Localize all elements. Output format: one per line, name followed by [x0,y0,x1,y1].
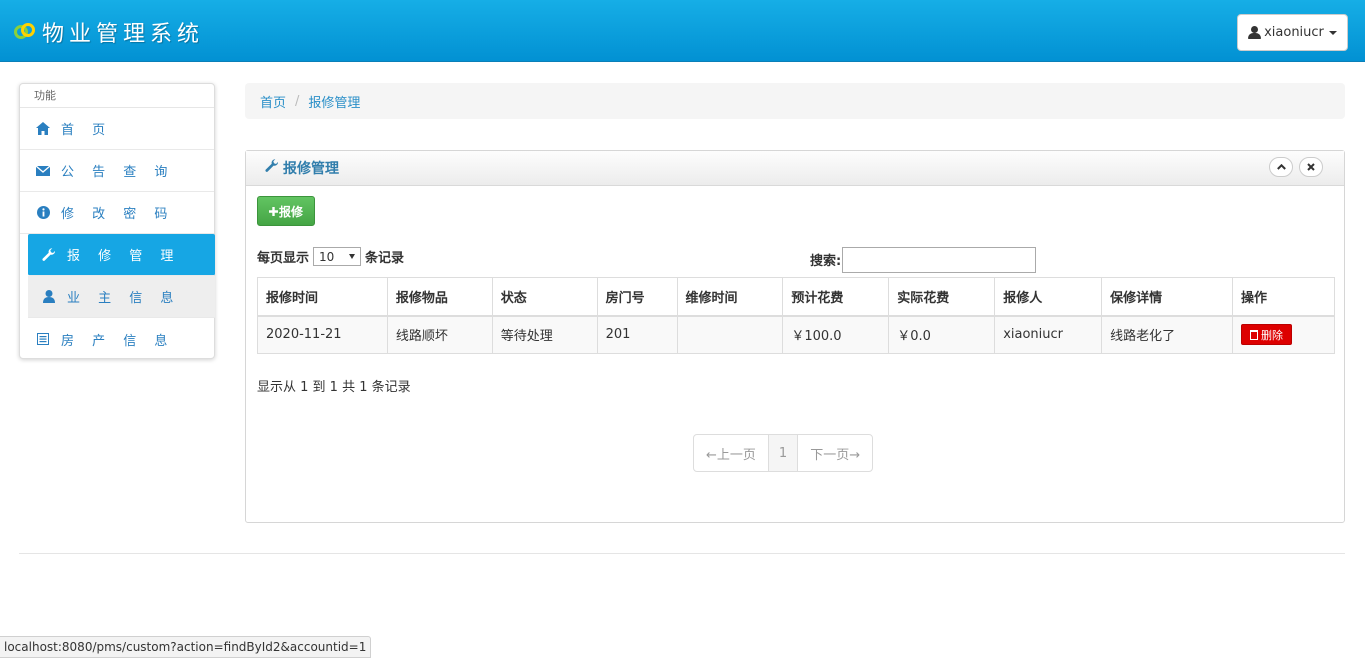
search-input[interactable] [842,247,1037,273]
breadcrumb-current-link[interactable]: 报修管理 [308,92,360,111]
top-navbar: 物业管理系统 xiaoniucr [0,0,1365,62]
cell-repair-time [676,315,784,354]
search-label: 搜索: [810,253,842,269]
breadcrumb-home-link[interactable]: 首页 [260,92,286,111]
pagination: ←上一页 1 下一页→ [693,434,874,472]
page-length-select[interactable]: 10 [313,247,362,266]
sidebar-item-label: 报 修 管 理 [67,249,181,264]
sidebar-item-label: 房 产 信 息 [61,333,175,349]
breadcrumb-separator: / [295,93,300,109]
chevron-up-icon [1276,164,1286,170]
info-icon [36,206,50,219]
status-bar-url: localhost:8080/pms/custom?action=findByI… [0,636,372,658]
panel-header: 报修管理 [246,151,1344,186]
sidebar-item-label: 首 页 [61,123,113,138]
column-header[interactable]: 报修时间 [257,277,388,317]
wrench-icon [42,247,56,262]
sidebar-item-label: 修 改 密 码 [61,207,175,222]
trash-icon [1249,329,1258,340]
envelope-icon [36,165,50,176]
sidebar-item-property[interactable]: 房 产 信 息 [20,318,214,360]
sidebar-item-password[interactable]: 修 改 密 码 [20,192,214,234]
app-logo[interactable]: 物业管理系统 [14,16,204,48]
column-header[interactable]: 报修物品 [386,277,493,317]
delete-button[interactable]: 删除 [1240,324,1292,346]
page-length-suffix: 条记录 [365,251,405,266]
footer-divider [19,553,1345,554]
cell-actual-cost: ￥0.0 [888,315,996,354]
logo-icon [14,21,36,43]
cell-detail: 线路老化了 [1101,315,1233,354]
column-header[interactable]: 预计花费 [782,277,890,317]
column-header[interactable]: 操作 [1231,277,1336,317]
sidebar-item-label: 公 告 查 询 [61,165,175,180]
sidebar-item-owner[interactable]: 业 主 信 息 [28,276,215,318]
chevron-down-icon [349,254,356,259]
column-header[interactable]: 保修详情 [1101,277,1233,317]
sidebar-item-home[interactable]: 首 页 [20,108,214,150]
next-page-button[interactable]: 下一页→ [798,435,872,471]
close-button[interactable] [1299,157,1323,177]
sidebar-item-notice[interactable]: 公 告 查 询 [20,150,214,192]
cell-status: 等待处理 [491,315,598,354]
panel-title: 报修管理 [283,161,339,177]
add-repair-label: 报修 [278,204,303,219]
column-header[interactable]: 报修人 [994,277,1103,317]
collapse-button[interactable] [1269,157,1293,177]
cell-item: 线路顺坏 [386,315,493,354]
add-repair-button[interactable]: 报修 [257,196,315,226]
wrench-icon [265,159,279,177]
sidebar-item-label: 业 主 信 息 [67,291,181,306]
table-info: 显示从 1 到 1 共 1 条记录 [257,380,411,395]
user-icon [1248,26,1262,39]
column-header[interactable]: 状态 [491,277,598,317]
list-icon [36,333,50,345]
cell-est-cost: ￥100.0 [782,315,890,354]
repair-panel: 报修管理 报修 每页显示 10 条记录 搜索: 报修时间 报修物品 状态 房门号… [245,150,1345,523]
close-icon [1307,163,1315,171]
panel-tools [1269,157,1323,177]
page-length-control: 每页显示 10 条记录 [257,247,404,266]
app-title: 物业管理系统 [42,22,205,47]
cell-time: 2020-11-21 [257,315,388,354]
sidebar-item-repair[interactable]: 报 修 管 理 [28,234,215,276]
home-icon [36,122,50,135]
cell-room: 201 [596,315,678,354]
page-length-prefix: 每页显示 [257,251,310,266]
repair-table: 报修时间 报修物品 状态 房门号 维修时间 预计花费 实际花费 报修人 保修详情… [257,277,1336,354]
page-length-value: 10 [319,249,335,264]
user-icon [42,290,56,303]
column-header[interactable]: 实际花费 [888,277,996,317]
sidebar: 功能 首 页 公 告 查 询 修 改 密 码 报 修 管 理 业 主 信 息 房 [19,83,215,359]
table-header-row: 报修时间 报修物品 状态 房门号 维修时间 预计花费 实际花费 报修人 保修详情… [257,277,1336,317]
user-name: xiaoniucr [1264,25,1324,40]
current-page-button[interactable]: 1 [768,435,799,471]
table-row: 2020-11-21 线路顺坏 等待处理 201 ￥100.0 ￥0.0 xia… [257,315,1336,354]
cell-action: 删除 [1231,315,1336,354]
cell-reporter: xiaoniucr [994,315,1103,354]
search-control: 搜索: [810,245,1037,273]
user-menu-button[interactable]: xiaoniucr [1237,14,1348,51]
caret-down-icon [1328,30,1337,35]
prev-page-button[interactable]: ←上一页 [694,435,769,471]
breadcrumb: 首页 / 报修管理 [245,83,1345,119]
delete-label: 删除 [1260,328,1283,342]
sidebar-heading: 功能 [20,84,214,108]
column-header[interactable]: 维修时间 [676,277,784,317]
column-header[interactable]: 房门号 [596,277,678,317]
plus-icon [268,206,278,216]
